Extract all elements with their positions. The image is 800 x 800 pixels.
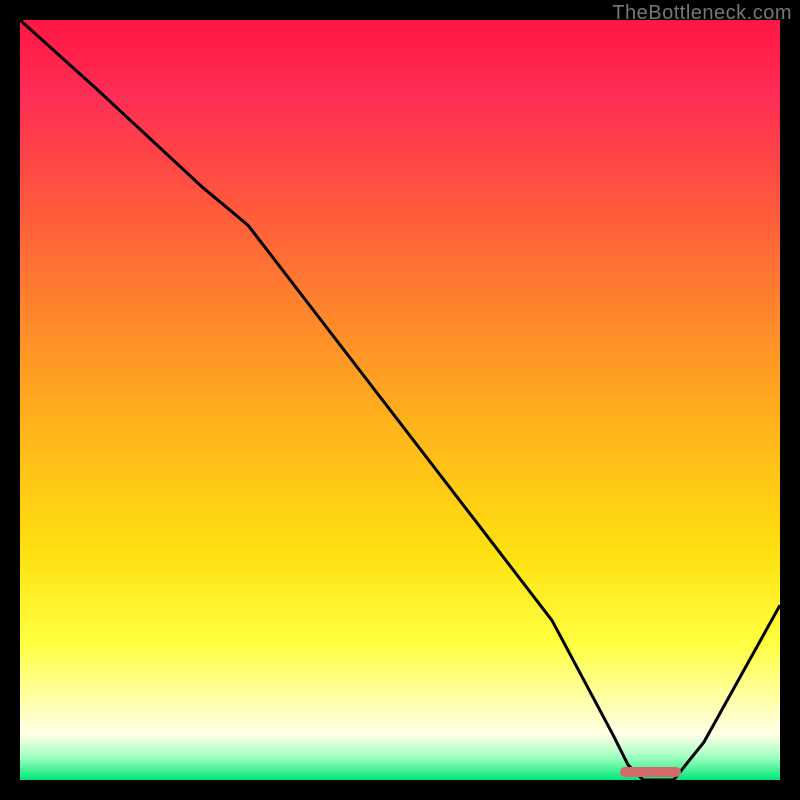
optimal-range-bar	[620, 767, 681, 777]
plot-area	[20, 20, 780, 780]
gradient-background	[20, 20, 780, 780]
watermark-text: TheBottleneck.com	[612, 2, 792, 25]
